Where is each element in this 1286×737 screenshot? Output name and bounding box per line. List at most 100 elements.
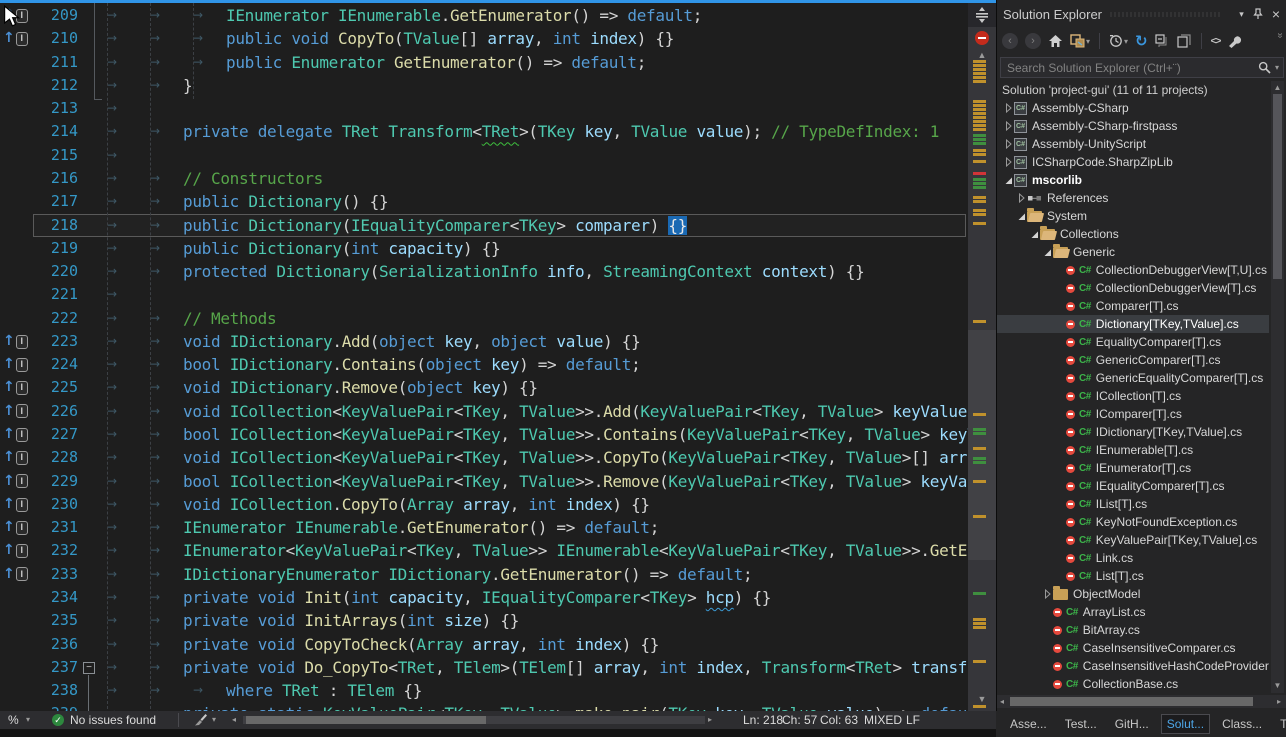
tree-item-objectmodel[interactable]: ObjectModel (997, 585, 1269, 603)
tree-item-idictionary-tkey-tvalue-cs[interactable]: C#IDictionary[TKey,TValue].cs (997, 423, 1269, 441)
close-icon[interactable]: × (1272, 6, 1280, 22)
tree-item-comparer-t-cs[interactable]: C#Comparer[T].cs (997, 297, 1269, 315)
tree-item-link-cs[interactable]: C#Link.cs (997, 549, 1269, 567)
chevron-down-icon[interactable]: ▾ (1124, 37, 1128, 46)
expander-open-icon[interactable] (1015, 212, 1027, 221)
scrollbar-thumb[interactable] (968, 330, 996, 560)
scrollbar-thumb[interactable] (1010, 697, 1253, 706)
expander-closed-icon[interactable] (1002, 121, 1014, 131)
search-box[interactable]: ▾ (1000, 57, 1284, 78)
split-editor-handle[interactable] (968, 3, 996, 27)
code-line-231[interactable]: ↑I231→→IEnumerator IEnumerable.GetEnumer… (0, 516, 968, 539)
code-line-212[interactable]: 212→→} (0, 74, 968, 97)
chevron-down-icon[interactable]: ▾ (1086, 37, 1090, 46)
code-line-216[interactable]: 216→→// Constructors (0, 167, 968, 190)
pending-changes-filter-button[interactable]: ▾ (1109, 32, 1128, 50)
tree-item-genericcomparer-t-cs[interactable]: C#GenericComparer[T].cs (997, 351, 1269, 369)
implements-margin-icon[interactable]: ↑I (3, 493, 28, 516)
tree-vertical-scrollbar[interactable]: ▲ ▼ (1271, 81, 1284, 693)
hscroll-thumb[interactable] (246, 716, 486, 724)
implements-margin-icon[interactable]: ↑I (3, 470, 28, 493)
expander-closed-icon[interactable] (1002, 139, 1014, 149)
implements-margin-icon[interactable]: ↑I (3, 27, 28, 50)
code-line-238[interactable]: 238→→→where TRet : TElem {} (0, 679, 968, 702)
code-line-232[interactable]: ↑I232→→IEnumerator<KeyValuePair<TKey, TV… (0, 539, 968, 562)
expander-closed-icon[interactable] (1002, 103, 1014, 113)
code-line-225[interactable]: ↑I225→→void IDictionary.Remove(object ke… (0, 376, 968, 399)
code-line-227[interactable]: ↑I227→→bool ICollection<KeyValuePair<TKe… (0, 423, 968, 446)
code-line-233[interactable]: ↑I233→→IDictionaryEnumerator IDictionary… (0, 563, 968, 586)
line-ending-indicator[interactable]: LF (906, 711, 920, 729)
tree-item-ienumerator-t-cs[interactable]: C#IEnumerator[T].cs (997, 459, 1269, 477)
tree-item-keynotfoundexception-cs[interactable]: C#KeyNotFoundException.cs (997, 513, 1269, 531)
code-line-236[interactable]: 236→→private void CopyToCheck(Array arra… (0, 633, 968, 656)
tree-item-caseinsensitivehashcodeprovider-cs[interactable]: C#CaseInsensitiveHashCodeProvider.cs (997, 657, 1269, 675)
code-line-211[interactable]: 211→→→public Enumerator GetEnumerator() … (0, 51, 968, 74)
implements-margin-icon[interactable]: ↑I (3, 539, 28, 562)
refresh-icon[interactable]: ↻ (1135, 32, 1148, 50)
panel-tab-solut[interactable]: Solut... (1161, 714, 1210, 734)
solution-root-node[interactable]: Solution 'project-gui' (11 of 11 project… (997, 81, 1269, 99)
show-all-files-button[interactable] (1177, 32, 1192, 50)
expander-closed-icon[interactable] (1015, 193, 1027, 203)
tree-item-caseinsensitivecomparer-cs[interactable]: C#CaseInsensitiveComparer.cs (997, 639, 1269, 657)
code-line-229[interactable]: ↑I229→→bool ICollection<KeyValuePair<TKe… (0, 470, 968, 493)
hscroll-right-arrow[interactable]: ▸ (708, 711, 712, 729)
code-line-224[interactable]: ↑I224→→bool IDictionary.Contains(object … (0, 353, 968, 376)
scroll-up-arrow[interactable]: ▲ (968, 50, 996, 60)
code-line-230[interactable]: ↑I230→→void ICollection.CopyTo(Array arr… (0, 493, 968, 516)
tree-item-icomparer-t-cs[interactable]: C#IComparer[T].cs (997, 405, 1269, 423)
implements-margin-icon[interactable]: ↑I (3, 423, 28, 446)
panel-tab-asse[interactable]: Asse... (1004, 714, 1053, 734)
expander-open-icon[interactable] (1041, 248, 1053, 257)
scroll-down-arrow[interactable]: ▼ (968, 694, 996, 704)
home-icon[interactable] (1048, 32, 1063, 50)
char-position[interactable]: Ch: 57 (782, 711, 817, 729)
code-line-219[interactable]: 219→→public Dictionary(int capacity) {} (0, 237, 968, 260)
hscroll-left-arrow[interactable]: ◂ (232, 711, 236, 729)
panel-title-bar[interactable]: Solution Explorer ▾ × (997, 0, 1286, 28)
scroll-down-arrow[interactable]: ▼ (1271, 681, 1284, 690)
tree-item-mscorlib[interactable]: C#mscorlib (997, 171, 1269, 189)
code-line-228[interactable]: ↑I228→→void ICollection<KeyValuePair<TKe… (0, 446, 968, 469)
properties-wrench-icon[interactable] (1227, 32, 1242, 50)
back-button[interactable]: ‹ (1002, 33, 1018, 49)
implements-margin-icon[interactable]: ↑I (3, 516, 28, 539)
sync-with-active-document-button[interactable]: ▾ (1070, 32, 1090, 50)
tree-item-iequalitycomparer-t-cs[interactable]: C#IEqualityComparer[T].cs (997, 477, 1269, 495)
tree-item-bitarray-cs[interactable]: C#BitArray.cs (997, 621, 1269, 639)
code-line-217[interactable]: 217→→public Dictionary() {} (0, 190, 968, 213)
tree-item-references[interactable]: References (997, 189, 1269, 207)
tree-item-assembly-csharp-firstpass[interactable]: C#Assembly-CSharp-firstpass (997, 117, 1269, 135)
code-line-213[interactable]: 213→ (0, 97, 968, 120)
tree-item-keyvaluepair-tkey-tvalue-cs[interactable]: C#KeyValuePair[TKey,TValue].cs (997, 531, 1269, 549)
implements-margin-icon[interactable]: ↑I (3, 400, 28, 423)
code-line-234[interactable]: 234→→private void Init(int capacity, IEq… (0, 586, 968, 609)
tree-item-collectiondebuggerview-t-cs[interactable]: C#CollectionDebuggerView[T].cs (997, 279, 1269, 297)
implements-margin-icon[interactable]: ↑I (3, 376, 28, 399)
fold-collapse-button[interactable]: − (83, 662, 95, 674)
zoom-caret-icon[interactable]: ▾ (26, 711, 30, 729)
search-icon[interactable] (1258, 61, 1271, 74)
view-code-button[interactable]: <> (1211, 32, 1221, 50)
tree-horizontal-scrollbar[interactable]: ◂ ▸ (997, 695, 1286, 708)
panel-tab-gith[interactable]: GitH... (1109, 714, 1155, 734)
tree-item-collections[interactable]: Collections (997, 225, 1269, 243)
code-line-210[interactable]: ↑I210→→→public void CopyTo(TValue[] arra… (0, 27, 968, 50)
expander-closed-icon[interactable] (1041, 589, 1053, 599)
column-position[interactable]: Col: 63 (820, 711, 858, 729)
zoom-control[interactable]: % (8, 711, 19, 729)
code-line-237[interactable]: 237→→private void Do_CopyTo<TRet, TElem>… (0, 656, 968, 679)
implements-margin-icon[interactable]: ↑I (3, 353, 28, 376)
tree-item-generic[interactable]: Generic (997, 243, 1269, 261)
code-line-222[interactable]: 222→→// Methods (0, 307, 968, 330)
code-line-226[interactable]: ↑I226→→void ICollection<KeyValuePair<TKe… (0, 400, 968, 423)
expander-closed-icon[interactable] (1002, 157, 1014, 167)
line-position[interactable]: Ln: 218 (743, 711, 783, 729)
code-line-220[interactable]: 220→→protected Dictionary(SerializationI… (0, 260, 968, 283)
code-line-215[interactable]: 215→ (0, 144, 968, 167)
tree-item-ienumerable-t-cs[interactable]: C#IEnumerable[T].cs (997, 441, 1269, 459)
tree-item-dictionary-tkey-tvalue-cs[interactable]: C#Dictionary[TKey,TValue].cs (997, 315, 1269, 333)
panel-tab-test[interactable]: Test... (1059, 714, 1103, 734)
implements-margin-icon[interactable]: ↑I (3, 563, 28, 586)
